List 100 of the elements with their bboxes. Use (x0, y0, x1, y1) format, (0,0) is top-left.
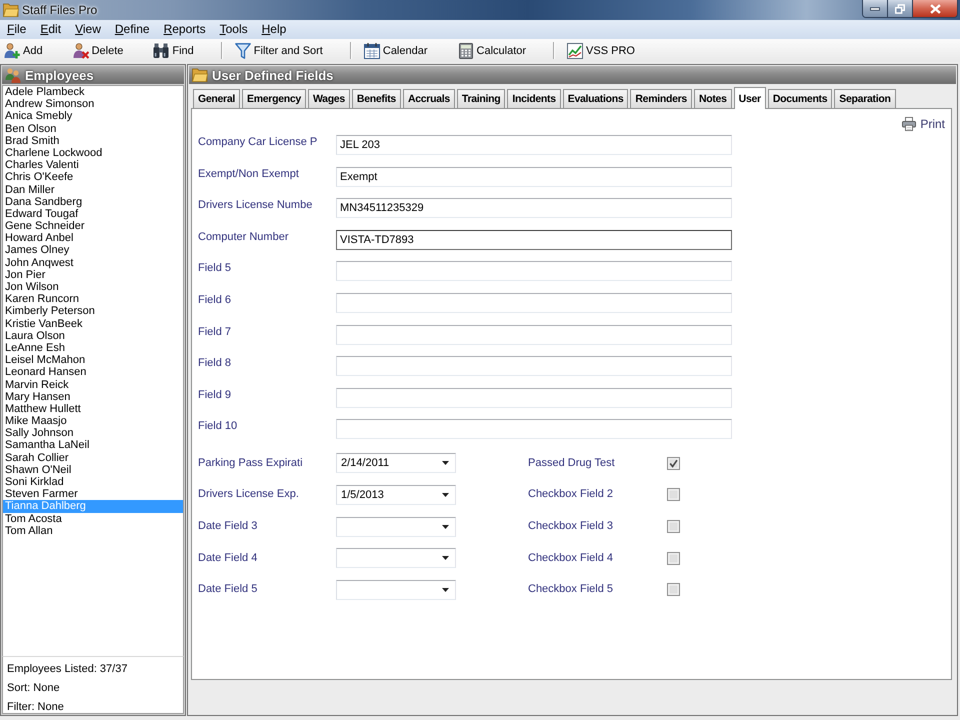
print-button[interactable]: Print (902, 116, 945, 132)
text-field[interactable] (336, 261, 732, 282)
tab[interactable]: Evaluations (562, 89, 628, 108)
employee-list-item[interactable]: Sally Johnson (3, 427, 183, 440)
checkbox-label: Passed Drug Test (528, 456, 615, 470)
tab[interactable]: Emergency (242, 89, 306, 108)
text-field[interactable]: MN34511235329 (336, 198, 732, 218)
date-picker[interactable]: 1/5/2013 (336, 484, 456, 505)
menu-item[interactable]: Define (108, 20, 157, 39)
employee-list-item[interactable]: Ben Olson (3, 122, 183, 135)
date-picker[interactable]: 2/14/2011 (336, 453, 456, 474)
employee-list-item[interactable]: Howard Anbel (3, 232, 183, 244)
employee-list-item[interactable]: Chris O'Keefe (3, 171, 183, 184)
employee-list-item[interactable]: John Anqwest (3, 256, 183, 269)
text-field[interactable] (336, 419, 732, 440)
employee-list-item[interactable]: James Olney (3, 244, 183, 257)
menu-item[interactable]: Edit (33, 20, 68, 39)
employee-list-item[interactable]: LeAnne Esh (3, 342, 183, 354)
caret-icon[interactable] (442, 461, 449, 466)
vss-pro-button[interactable]: VSS PRO (564, 40, 638, 61)
menu-item[interactable]: Tools (212, 20, 255, 39)
employee-list-item[interactable]: Kristie VanBeek (3, 318, 183, 330)
text-field[interactable] (336, 324, 732, 345)
employee-list-item[interactable]: Steven Farmer (3, 488, 183, 500)
menu-item[interactable]: File (0, 20, 34, 39)
tab[interactable]: Separation (834, 89, 896, 108)
text-field[interactable] (336, 356, 732, 376)
employee-list-item[interactable]: Karen Runcorn (3, 293, 183, 306)
text-field[interactable] (336, 388, 732, 408)
employee-list-item[interactable]: Edward Tougaf (3, 208, 183, 220)
tab[interactable]: Training (456, 89, 506, 108)
checkbox[interactable] (667, 520, 680, 534)
filter-sort-button[interactable]: Filter and Sort (232, 40, 326, 61)
employee-list-item[interactable]: Gene Schneider (3, 220, 183, 232)
caret-icon[interactable] (442, 492, 449, 497)
employee-list-item[interactable]: Charlene Lockwood (3, 146, 183, 160)
employee-list-item[interactable]: Kimberly Peterson (3, 305, 183, 318)
menu-item[interactable]: Help (254, 20, 294, 39)
close-icon[interactable] (930, 4, 940, 14)
employee-list-item[interactable]: Leonard Hansen (3, 366, 183, 378)
employee-list-item[interactable]: Sarah Collier (3, 452, 183, 464)
tab[interactable]: Wages (308, 89, 350, 108)
menu-item[interactable]: View (68, 20, 108, 39)
employee-list-item[interactable]: Charles Valenti (3, 159, 183, 172)
caret-icon[interactable] (442, 588, 449, 592)
employee-list-item[interactable]: Andrew Simonson (3, 98, 183, 110)
menu-item[interactable]: Reports (156, 20, 213, 39)
delete-button[interactable]: Delete (70, 40, 126, 61)
employee-list-item[interactable]: Dana Sandberg (3, 196, 183, 208)
minimize-icon[interactable] (870, 6, 880, 10)
text-field[interactable]: VISTA-TD7893 (336, 230, 732, 250)
find-button[interactable]: Find (150, 40, 197, 61)
binoculars-icon[interactable] (153, 42, 170, 58)
caret-icon[interactable] (442, 556, 449, 560)
tab[interactable]: Accruals (402, 89, 455, 108)
calculator-icon[interactable] (458, 42, 474, 58)
employee-list-item[interactable]: Mary Hansen (3, 390, 183, 403)
tab[interactable]: User (734, 87, 766, 109)
employee-list-item[interactable]: Soni Kirklad (3, 476, 183, 488)
restore-button[interactable] (888, 0, 913, 17)
calendar-button[interactable]: Calendar (360, 40, 431, 61)
calculator-button[interactable]: Calculator (454, 40, 530, 61)
employee-list-item[interactable]: Brad Smith (3, 134, 183, 147)
text-field[interactable] (336, 292, 732, 313)
employee-list-item[interactable]: Jon Pier (3, 268, 183, 281)
employee-list-item[interactable]: Samantha LaNeil (3, 439, 183, 452)
tab[interactable]: Documents (768, 89, 832, 108)
employee-list-item[interactable]: Adele Plambeck (3, 86, 183, 98)
chart-icon[interactable] (567, 42, 584, 58)
funnel-icon[interactable] (234, 42, 251, 58)
tab[interactable]: Notes (694, 89, 732, 108)
tab[interactable]: Incidents (507, 89, 561, 108)
checkbox[interactable] (667, 456, 680, 470)
employee-list-item[interactable]: Anica Smebly (3, 110, 183, 123)
minimize-button[interactable] (863, 0, 888, 17)
tab[interactable]: Reminders (630, 89, 692, 108)
close-button[interactable] (913, 0, 957, 17)
checkbox[interactable] (667, 488, 680, 502)
printer-icon[interactable] (902, 117, 916, 131)
employee-list-item[interactable]: Leisel McMahon (3, 354, 183, 366)
text-field[interactable]: JEL 203 (336, 135, 732, 155)
employee-list-item[interactable]: Jon Wilson (3, 281, 183, 294)
employee-list-item[interactable]: Laura Olson (3, 330, 183, 342)
person-remove-icon[interactable] (72, 42, 89, 58)
checkbox[interactable] (667, 552, 680, 565)
tab[interactable]: Benefits (352, 89, 401, 108)
employee-list-item[interactable]: Tom Acosta (3, 512, 183, 525)
checkbox[interactable] (667, 583, 680, 596)
caret-icon[interactable] (442, 524, 449, 529)
employee-list-item[interactable]: Shawn O'Neil (3, 464, 183, 476)
employee-list-item[interactable]: Dan Miller (3, 184, 183, 196)
person-add-icon[interactable] (4, 42, 20, 58)
tab[interactable]: General (193, 89, 240, 108)
add-button[interactable]: Add (1, 40, 46, 61)
calendar-icon[interactable] (364, 42, 380, 58)
employee-list-item[interactable]: Mike Maasjo (3, 415, 183, 428)
employee-list-item[interactable]: Tom Allan (3, 524, 183, 537)
text-field[interactable]: Exempt (336, 166, 732, 187)
employee-list-item[interactable]: Marvin Reick (3, 378, 183, 391)
employee-list-item[interactable]: Matthew Hullett (3, 402, 183, 416)
